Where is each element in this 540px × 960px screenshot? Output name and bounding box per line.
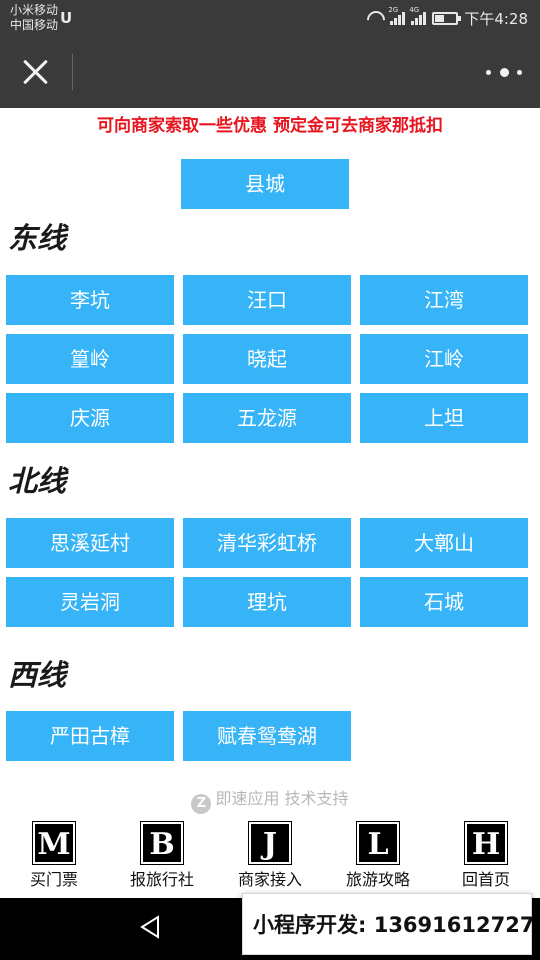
- nav-divider: [72, 54, 73, 90]
- spot-button[interactable]: 汪口: [183, 275, 351, 325]
- back-icon[interactable]: [138, 914, 164, 940]
- spot-button[interactable]: 江岭: [360, 334, 528, 384]
- tab-bar: M 买门票 B 报旅行社 J 商家接入 L 旅游攻略 H 回首页: [0, 818, 540, 898]
- tab-label: 旅游攻略: [345, 870, 410, 889]
- nav-bar: [0, 36, 540, 108]
- tab-label: 报旅行社: [129, 870, 194, 889]
- carrier-name-1: 小米移动: [10, 3, 59, 17]
- spot-button[interactable]: 篁岭: [6, 334, 174, 384]
- tab-home[interactable]: H 回首页: [432, 821, 540, 896]
- signal-icon-1: 2G: [388, 6, 406, 25]
- letter-j-icon: J: [248, 821, 292, 865]
- spot-button[interactable]: 赋春鸳鸯湖: [183, 711, 351, 761]
- spot-button[interactable]: 灵岩洞: [6, 577, 174, 627]
- spot-button[interactable]: 上坦: [360, 393, 528, 443]
- spot-button[interactable]: 严田古樟: [6, 711, 174, 761]
- clock: 下午4:28: [464, 9, 528, 28]
- more-icon[interactable]: [486, 62, 522, 82]
- section-title-north: 北线: [8, 464, 67, 498]
- spot-button[interactable]: 清华彩虹桥: [183, 518, 351, 568]
- spot-button[interactable]: 庆源: [6, 393, 174, 443]
- section-title-west: 西线: [8, 658, 67, 692]
- close-icon[interactable]: [18, 54, 54, 90]
- carrier-name-2: 中国移动: [10, 18, 59, 32]
- letter-h-icon: H: [464, 821, 508, 865]
- z-logo-icon: Z: [191, 794, 212, 814]
- tab-buy-tickets[interactable]: M 买门票: [0, 821, 108, 896]
- spot-button[interactable]: 石城: [360, 577, 528, 627]
- tech-support-text: 即速应用 技术支持: [215, 789, 349, 808]
- county-button[interactable]: 县城: [181, 159, 349, 209]
- letter-m-icon: M: [32, 821, 76, 865]
- spot-button[interactable]: 李坑: [6, 275, 174, 325]
- tab-label: 回首页: [461, 870, 510, 889]
- spot-button[interactable]: 晓起: [183, 334, 351, 384]
- carrier-logo-icon: U: [60, 9, 73, 27]
- letter-b-icon: B: [140, 821, 184, 865]
- status-bar: 小米移动 中国移动 U 2G 4G 下午4:28: [0, 0, 540, 36]
- tab-label: 商家接入: [237, 870, 302, 889]
- network-type-2: 4G: [409, 6, 420, 14]
- tab-label: 买门票: [29, 870, 78, 889]
- network-type-1: 2G: [388, 6, 399, 14]
- promo-banner[interactable]: 小程序开发: 13691612727: [242, 893, 534, 955]
- tab-merchant-join[interactable]: J 商家接入: [216, 821, 324, 896]
- tech-support: Z 即速应用 技术支持: [0, 787, 540, 814]
- signal-icon-2: 4G: [409, 6, 427, 25]
- discount-notice: 可向商家索取一些优惠 预定金可去商家那抵扣: [97, 116, 443, 136]
- spot-button[interactable]: 大鄣山: [360, 518, 528, 568]
- battery-icon: [432, 11, 462, 25]
- spot-button[interactable]: 理坑: [183, 577, 351, 627]
- letter-l-icon: L: [356, 821, 400, 865]
- spot-button[interactable]: 江湾: [360, 275, 528, 325]
- section-title-east: 东线: [8, 221, 67, 255]
- tab-travel-agency[interactable]: B 报旅行社: [108, 821, 216, 896]
- spot-button[interactable]: 思溪延村: [6, 518, 174, 568]
- spot-button[interactable]: 五龙源: [183, 393, 351, 443]
- status-indicators: 2G 4G 下午4:28: [366, 6, 528, 28]
- wifi-icon: [366, 11, 384, 25]
- tab-travel-guide[interactable]: L 旅游攻略: [324, 821, 432, 896]
- battery-level: [435, 14, 445, 22]
- carrier-info: 小米移动 中国移动: [10, 3, 58, 33]
